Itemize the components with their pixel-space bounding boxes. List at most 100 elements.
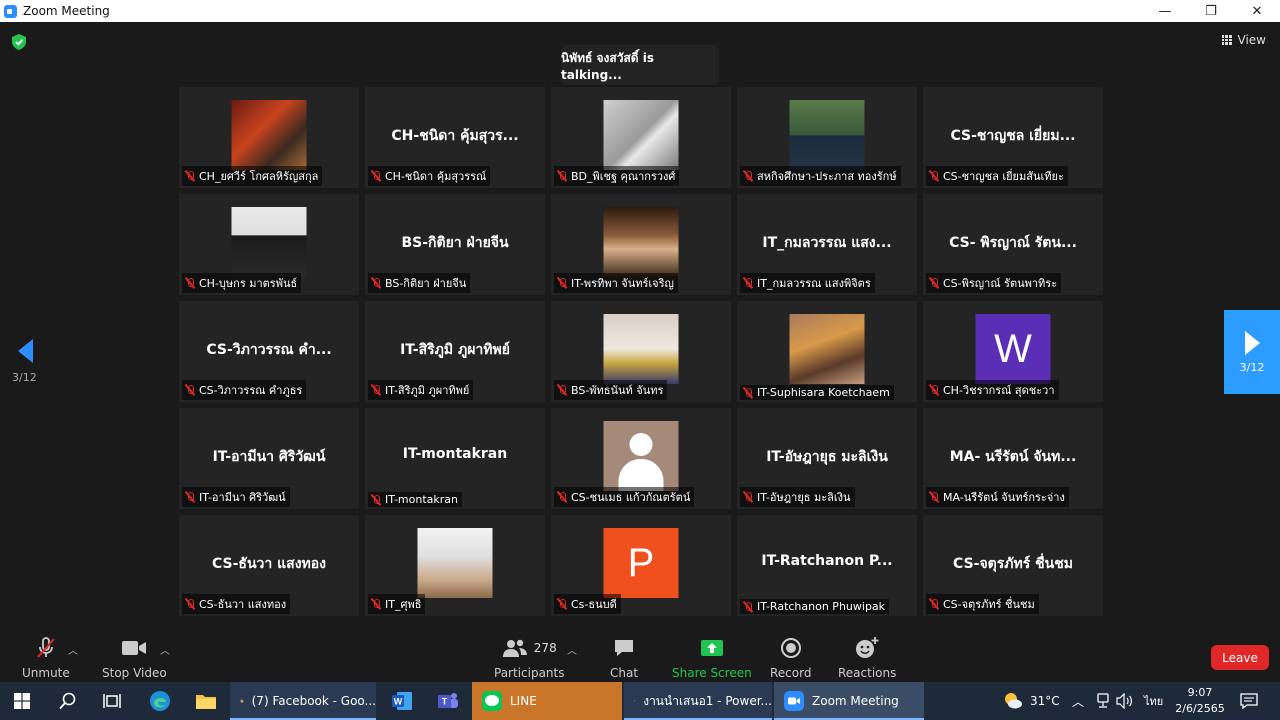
teams-button[interactable]: T [426, 682, 470, 720]
search-button[interactable] [46, 682, 90, 720]
participant-tile[interactable]: IT-พรทิพา จันทร์เจริญ [551, 194, 731, 295]
participant-display-name: IT-อามีนา ศิริวัฒน์ [212, 449, 326, 465]
teams-icon: T [438, 693, 458, 708]
participant-name-bar: CS-จตุรภัทร์ ชื่นชม [926, 594, 1039, 614]
weather-widget[interactable]: 31°C [1002, 682, 1060, 720]
next-page-button[interactable]: 3/12 [1224, 310, 1280, 394]
mic-muted-icon [742, 170, 754, 182]
taskbar-app-powerpoint[interactable]: P งานนำเสนอ1 - Power... [624, 682, 772, 720]
file-explorer-button[interactable] [184, 682, 228, 720]
mic-muted-icon [556, 491, 568, 503]
task-view-button[interactable] [90, 682, 134, 720]
close-button[interactable]: ✕ [1234, 0, 1280, 22]
participant-name: IT-Suphisara Koetchaem [757, 386, 890, 399]
record-icon [780, 638, 801, 658]
participant-tile[interactable]: CH-บุษกร มาตรพันธ์ [179, 194, 359, 295]
mic-muted-icon [184, 170, 196, 182]
participant-name-bar: CH-ชนิดา คุ้มสุวรรณ์ [368, 166, 491, 186]
reactions-button[interactable]: Reactions [838, 636, 896, 680]
taskbar-app-line[interactable]: LINE [472, 682, 622, 720]
participant-tile[interactable]: W CH-วิชรากรณ์ สุดชะวา [923, 301, 1103, 402]
reactions-label: Reactions [838, 666, 897, 680]
participant-tile[interactable]: CS-ชนเมธ แก้วกัณตรัตน์ [551, 408, 731, 509]
participant-tile[interactable]: IT-Ratchanon P... IT-Ratchanon Phuwipak [737, 515, 917, 616]
taskbar-app-chrome[interactable]: (7) Facebook - Goo... [230, 682, 376, 720]
share-screen-button[interactable]: Share Screen [672, 636, 752, 680]
participant-name: IT_กมลวรรณ แสงพิจิตร [757, 277, 871, 290]
participant-tile[interactable]: CH-ชนิดา คุ้มสุวร... CH-ชนิดา คุ้มสุวรรณ์ [365, 87, 545, 188]
participant-tile[interactable]: P Cs-ธนบดี [551, 515, 731, 616]
participant-name-bar: MA-นรีรัตน์ จันทร์กระจ่าง [926, 487, 1069, 507]
mic-muted-icon [370, 277, 382, 289]
participant-tile[interactable]: IT-อามีนา ศิริวัฒน์ IT-อามีนา ศิริวัฒน์ [179, 408, 359, 509]
word-button[interactable]: W [380, 682, 424, 720]
mic-muted-icon [742, 601, 754, 613]
participant-name: CS-พิรญาณ์ รัตนพาทิระ [943, 277, 1058, 290]
participant-name: สหกิจศึกษา-ประภาส ทองรักษ์ [757, 170, 897, 183]
participant-name-bar: BD_พิเชฐ คุณากรวงศ์ [554, 166, 680, 186]
avatar-photo [231, 100, 307, 170]
edge-browser-button[interactable] [138, 682, 182, 720]
network-button[interactable] [1096, 682, 1110, 720]
mic-muted-icon [184, 598, 196, 610]
participant-name: Cs-ธนบดี [571, 598, 617, 611]
participant-display-name: IT-อัษฎายุธ มะลิเงิน [766, 449, 888, 465]
participant-tile[interactable]: IT-Suphisara Koetchaem [737, 301, 917, 402]
audio-options-caret-icon[interactable]: ︿ [68, 642, 78, 657]
participant-tile[interactable]: CH_ยศวีร์ โกศลหิรัญสกุล [179, 87, 359, 188]
chat-button[interactable]: Chat [610, 636, 638, 680]
participant-display-name: CS-ธันวา แสงทอง [211, 556, 327, 572]
participants-button[interactable]: 278 Participants [494, 636, 565, 680]
participant-name: IT_ศุพธิ [385, 598, 422, 611]
participant-tile[interactable]: IT-montakran IT-montakran [365, 408, 545, 509]
participant-tile[interactable]: IT-อัษฎายุธ มะลิเงิน IT-อัษฎายุธ มะลิเงิน [737, 408, 917, 509]
participant-tile[interactable]: BD_พิเชฐ คุณากรวงศ์ [551, 87, 731, 188]
taskbar-clock[interactable]: 9:07 2/6/2565 [1170, 685, 1230, 717]
participant-tile[interactable]: CS-จตุรภัทร์ ชื่นชม CS-จตุรภัทร์ ชื่นชม [923, 515, 1103, 616]
input-language-indicator[interactable]: ไทย [1144, 682, 1163, 720]
show-hidden-icons-button[interactable]: ︿ [1072, 682, 1084, 720]
start-button[interactable] [0, 682, 44, 720]
participant-tile[interactable]: CS-วิภาวรรณ คำ... CS-วิภาวรรณ คำภูธร [179, 301, 359, 402]
participant-tile[interactable]: IT_ศุพธิ [365, 515, 545, 616]
participant-tile[interactable]: CS-ชาญชล เยี่ยม... CS-ชาญชล เยี่ยมสันเทีย… [923, 87, 1103, 188]
stop-video-button[interactable]: Stop Video [102, 636, 167, 680]
participant-tile[interactable]: BS-พัทธนันท์ จันทร [551, 301, 731, 402]
stop-video-label: Stop Video [102, 666, 167, 680]
mic-muted-icon [556, 277, 568, 289]
volume-button[interactable] [1116, 682, 1134, 720]
participant-display-name: CH-ชนิดา คุ้มสุวร... [391, 128, 519, 144]
participant-tile[interactable]: สหกิจศึกษา-ประภาส ทองรักษ์ [737, 87, 917, 188]
previous-page-button[interactable]: 3/12 [12, 339, 42, 384]
mic-muted-icon [742, 387, 754, 399]
shield-icon[interactable] [12, 34, 26, 50]
notifications-button[interactable] [1240, 682, 1258, 720]
participant-tile[interactable]: IT_กมลวรรณ แสง... IT_กมลวรรณ แสงพิจิตร [737, 194, 917, 295]
unmute-button[interactable]: Unmute [22, 636, 70, 680]
search-icon [59, 692, 76, 710]
participant-tile[interactable]: BS-กิติยา ฝ่ายจีน BS-กิติยา ฝ่ายจีน [365, 194, 545, 295]
participant-tile[interactable]: MA- นรีรัตน์ จันท... MA-นรีรัตน์ จันทร์กร… [923, 408, 1103, 509]
participant-tile[interactable]: CS-ธันวา แสงทอง CS-ธันวา แสงทอง [179, 515, 359, 616]
participant-name-bar: CS-พิรญาณ์ รัตนพาทิระ [926, 273, 1062, 293]
participants-options-caret-icon[interactable]: ︿ [567, 642, 577, 657]
participant-name: CH_ยศวีร์ โกศลหิรัญสกุล [199, 170, 319, 183]
mic-muted-icon [556, 598, 568, 610]
avatar-letter: W [975, 314, 1051, 384]
powerpoint-icon: P [634, 700, 636, 702]
participant-name: CS-ชนเมธ แก้วกัณตรัตน์ [571, 491, 691, 504]
participant-display-name: CS- พิรญาณ์ รัตน... [949, 235, 1077, 251]
leave-button[interactable]: Leave [1211, 645, 1269, 670]
view-button[interactable]: View [1221, 33, 1266, 47]
minimize-button[interactable]: — [1142, 0, 1188, 22]
participant-name-bar: CS-ธันวา แสงทอง [182, 594, 291, 614]
participant-tile[interactable]: IT-สิริภูมิ ภูผาทิพย์ IT-สิริภูมิ ภูผาทิพ… [365, 301, 545, 402]
participant-display-name: BS-กิติยา ฝ่ายจีน [401, 235, 509, 251]
participant-name-bar: IT-อามีนา ศิริวัฒน์ [182, 487, 290, 507]
taskbar-app-zoom[interactable]: Zoom Meeting [774, 682, 924, 720]
restore-button[interactable]: ❐ [1188, 0, 1234, 22]
participant-tile[interactable]: CS- พิรญาณ์ รัตน... CS-พิรญาณ์ รัตนพาทิระ [923, 194, 1103, 295]
record-button[interactable]: Record [770, 636, 811, 680]
mic-muted-icon [928, 170, 940, 182]
video-options-caret-icon[interactable]: ︿ [160, 642, 170, 657]
